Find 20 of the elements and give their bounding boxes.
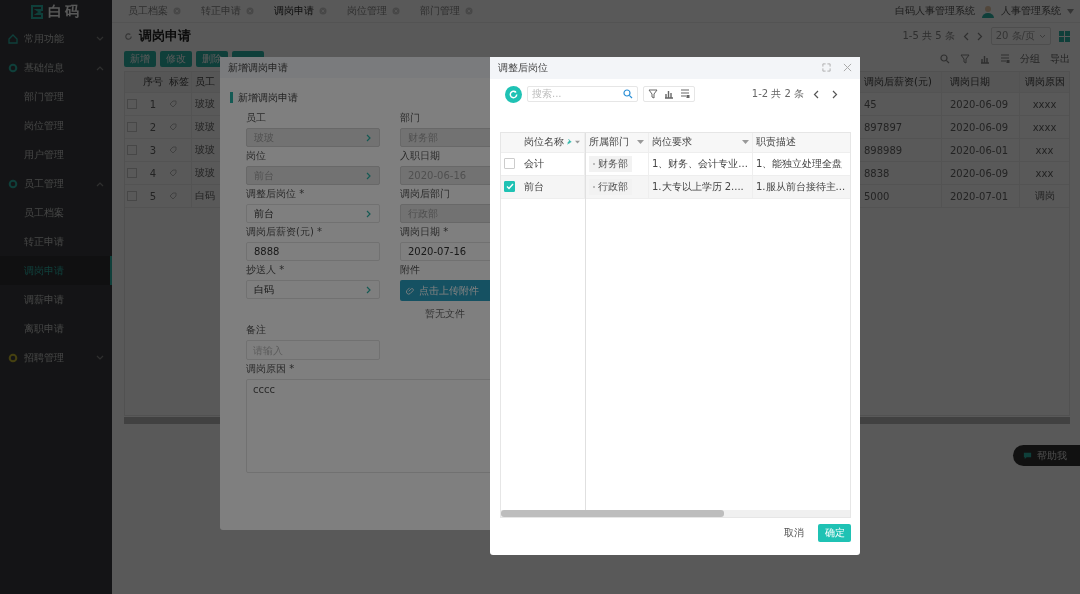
field-label: 部门 <box>400 111 421 124</box>
table-cell: 1.大专以上学历 2.... <box>652 179 744 194</box>
dialog-title: 调整后岗位 <box>498 60 548 75</box>
dialog-title: 新增调岗申请 <box>228 60 288 75</box>
field-label: 附件 <box>400 263 421 276</box>
field-label: 调岗后薪资(元) * <box>246 225 323 238</box>
empty-file-note: 暂无文件 <box>424 307 466 321</box>
field-label: 调岗原因 * <box>246 362 296 375</box>
field-label: 备注 <box>246 323 267 336</box>
logo-text: 白码 <box>48 3 82 21</box>
pagination-text: 1-2 共 2 条 <box>751 87 804 102</box>
field-label: 抄送人 * <box>246 263 286 276</box>
table-cell: 1、能独立处理全盘 <box>756 156 843 171</box>
field-label: 入职日期 <box>400 149 441 162</box>
table-cell: 1.服从前台接待主... <box>756 179 846 194</box>
department-tag: 财务部 <box>589 155 632 172</box>
field-label: 岗位 <box>246 149 267 162</box>
field-label: 调岗日期 * <box>400 225 450 238</box>
page-title: 调岗申请 <box>139 27 191 45</box>
table-cell: 1、财务、会计专业... <box>652 156 748 171</box>
